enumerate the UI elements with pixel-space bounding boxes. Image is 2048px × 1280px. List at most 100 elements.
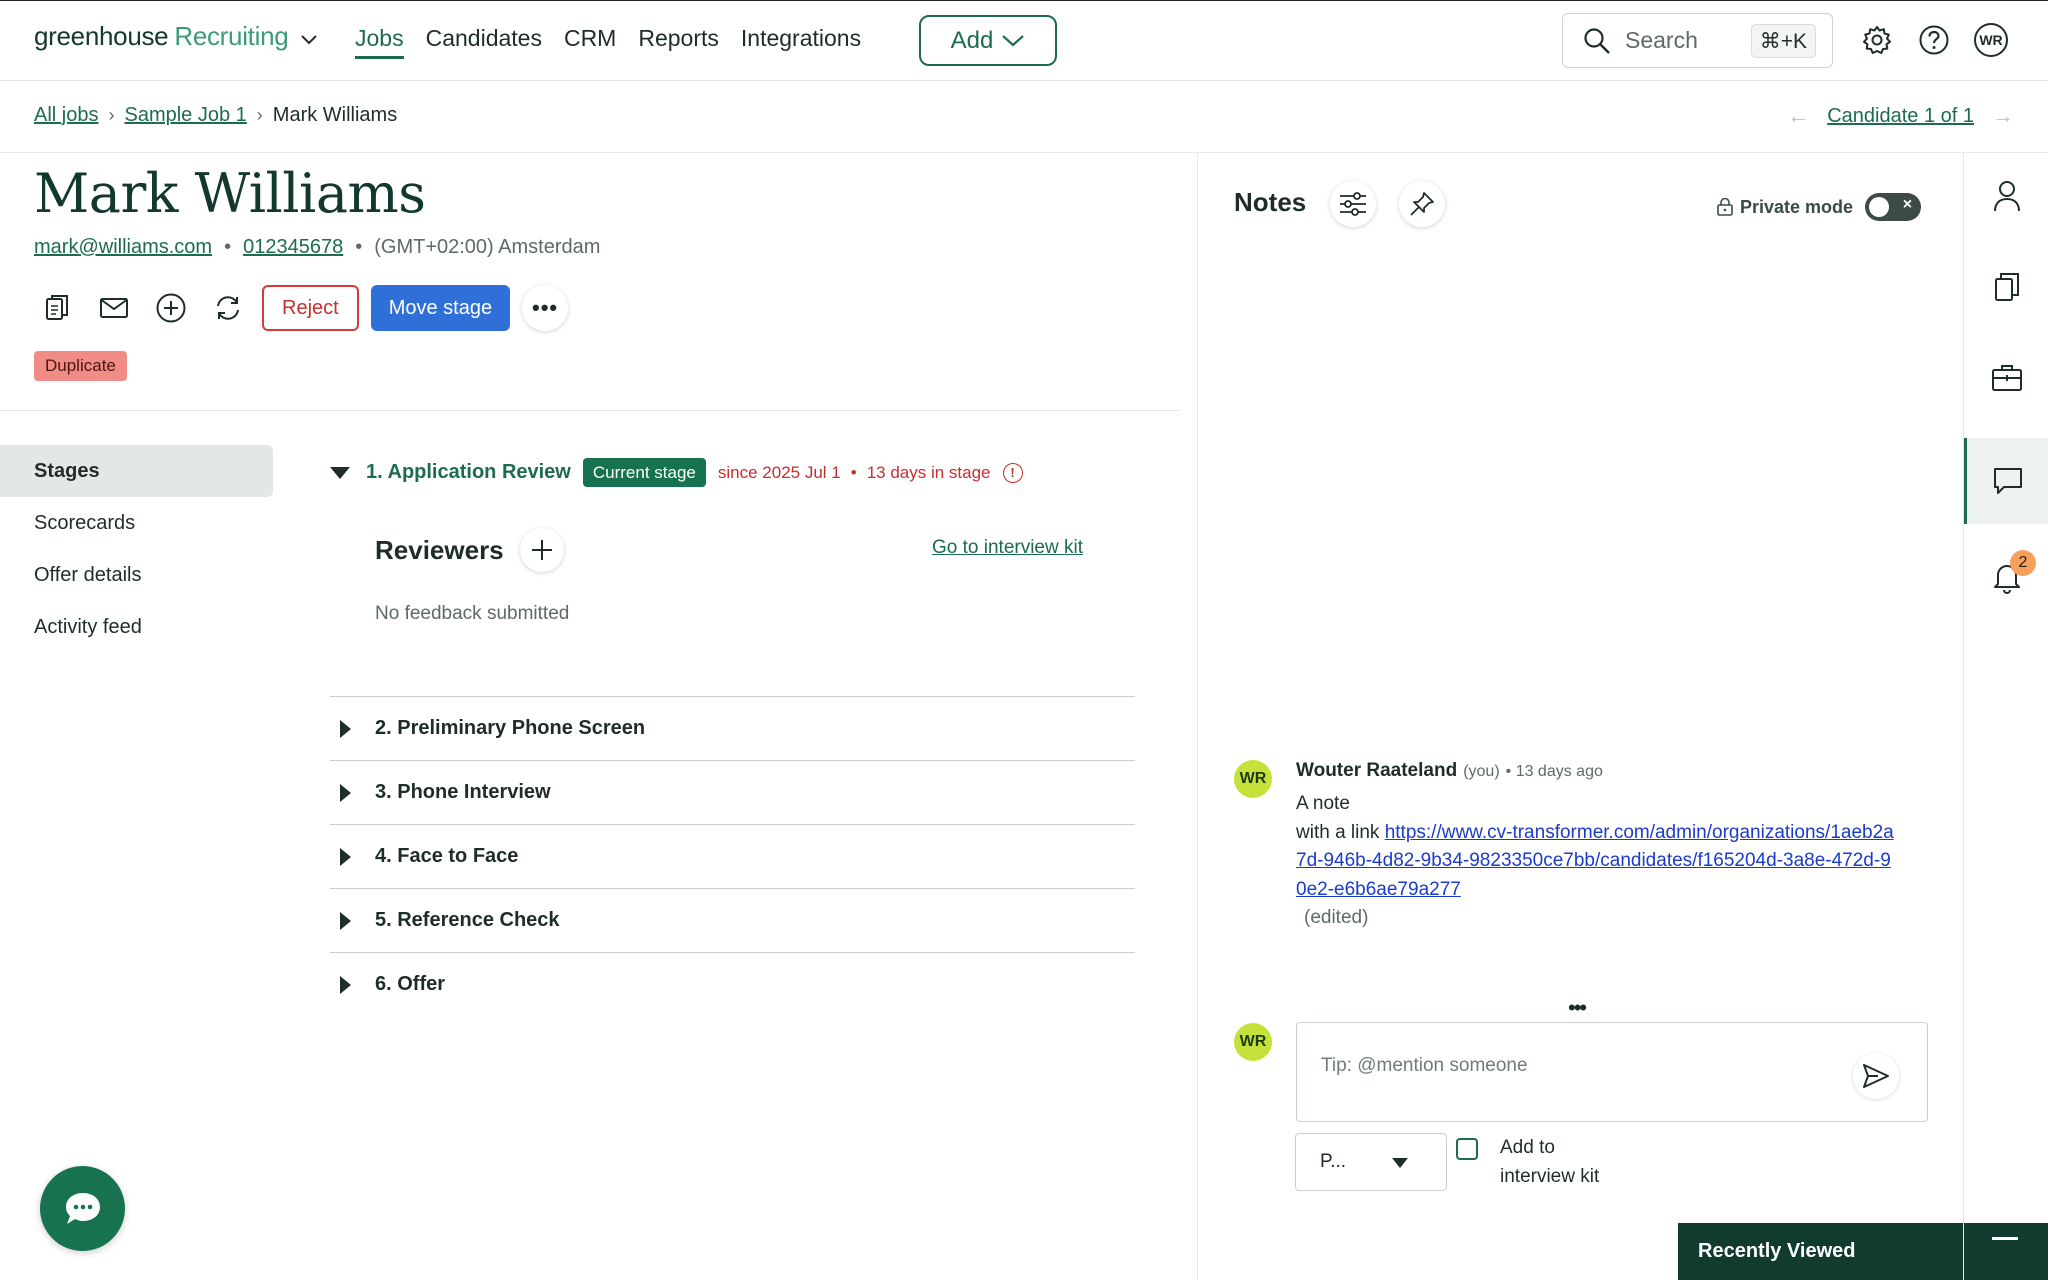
brand-switcher[interactable]: greenhouse Recruiting xyxy=(34,21,318,52)
expand-triangle-icon xyxy=(340,719,351,738)
candidate-contact: mark@williams.com • 012345678 • (GMT+02:… xyxy=(34,236,600,259)
subnav-offer-details[interactable]: Offer details xyxy=(0,549,273,601)
stage-row[interactable]: 5. Reference Check xyxy=(330,888,1135,952)
subnav-activity-feed[interactable]: Activity feed xyxy=(0,601,273,653)
note-link[interactable]: https://www.cv-transformer.com/admin/org… xyxy=(1296,822,1894,900)
search-label: Search xyxy=(1625,27,1698,53)
private-mode-toggle[interactable]: × xyxy=(1865,193,1922,221)
lock-icon xyxy=(1717,197,1733,216)
stage-days: 13 days in stage xyxy=(866,462,991,482)
nav-integrations[interactable]: Integrations xyxy=(741,23,861,59)
nav-reports[interactable]: Reports xyxy=(638,23,719,59)
add-to-kit-label: Add to interview kit xyxy=(1500,1137,1600,1187)
note-meta: Wouter Raateland (you) • 13 days ago xyxy=(1296,760,1603,782)
notes-filter-button[interactable] xyxy=(1330,181,1376,227)
more-actions-button[interactable]: ••• xyxy=(522,285,568,331)
previous-candidate-arrow-icon[interactable]: ← xyxy=(1787,103,1809,129)
add-reviewer-button[interactable] xyxy=(520,528,564,572)
chat-button[interactable] xyxy=(40,1166,125,1251)
copy-button[interactable] xyxy=(34,285,80,331)
chat-bubble-icon xyxy=(65,1192,100,1224)
comment-icon xyxy=(1994,468,2022,494)
search-icon xyxy=(1584,27,1610,54)
rail-documents-button[interactable] xyxy=(1964,244,2048,330)
note-input-placeholder: Tip: @mention someone xyxy=(1321,1055,1528,1076)
transfer-button[interactable] xyxy=(205,285,251,331)
reviewers-section: Reviewers xyxy=(375,528,564,572)
email-button[interactable] xyxy=(91,285,137,331)
search-box[interactable]: Search ⌘+K xyxy=(1562,13,1833,68)
subnav-scorecards[interactable]: Scorecards xyxy=(0,497,273,549)
warning-icon[interactable]: ! xyxy=(1002,462,1023,483)
stage-row[interactable]: 3. Phone Interview xyxy=(330,760,1135,824)
candidate-phone[interactable]: 012345678 xyxy=(243,236,343,259)
rail-notifications-button[interactable]: 2 xyxy=(1964,534,2048,620)
plus-icon xyxy=(531,540,552,560)
user-avatar[interactable]: WR xyxy=(1974,23,2008,57)
briefcase-icon xyxy=(1991,365,2022,391)
add-to-kit-checkbox[interactable] xyxy=(1456,1138,1478,1160)
reject-button[interactable]: Reject xyxy=(262,285,359,331)
note-time: • 13 days ago xyxy=(1505,763,1603,780)
settings-button[interactable] xyxy=(1860,23,1894,57)
rail-notes-button[interactable] xyxy=(1964,438,2048,524)
nav-candidates[interactable]: Candidates xyxy=(426,23,542,59)
chevron-down-icon xyxy=(301,34,318,44)
no-feedback-text: No feedback submitted xyxy=(375,603,570,624)
toggle-knob xyxy=(1869,197,1890,217)
help-button[interactable] xyxy=(1917,23,1951,57)
envelope-icon xyxy=(100,298,128,318)
current-stage-header[interactable]: 1. Application Review Current stage sinc… xyxy=(330,458,1023,487)
breadcrumb-all-jobs[interactable]: All jobs xyxy=(34,104,98,127)
pinned-notes-button[interactable] xyxy=(1399,181,1445,227)
note-edited: (edited) xyxy=(1304,907,1369,928)
note-link-line: with a link https://www.cv-transformer.c… xyxy=(1296,819,1896,905)
add-button-label: Add xyxy=(950,26,994,54)
send-note-button[interactable] xyxy=(1853,1053,1899,1099)
top-navigation: greenhouse Recruiting Jobs Candidates CR… xyxy=(0,0,2048,81)
expand-triangle-icon xyxy=(340,847,351,866)
nav-crm[interactable]: CRM xyxy=(564,23,616,59)
stage-row[interactable]: 2. Preliminary Phone Screen xyxy=(330,696,1135,760)
current-stage-badge: Current stage xyxy=(582,458,706,487)
expand-triangle-icon xyxy=(340,911,351,930)
breadcrumb-current: Mark Williams xyxy=(272,104,398,126)
separator-dot: • xyxy=(850,462,857,482)
stage-label: 3. Phone Interview xyxy=(375,781,551,803)
sliders-icon xyxy=(1340,192,1366,216)
private-mode-label: Private mode xyxy=(1740,196,1854,217)
note-link-prefix: with a link xyxy=(1296,821,1380,843)
separator-dot: • xyxy=(355,236,363,258)
copy-icon xyxy=(46,295,68,320)
reviewers-title: Reviewers xyxy=(375,534,504,565)
document-icon xyxy=(1994,273,2019,301)
stage-row[interactable]: 4. Face to Face xyxy=(330,824,1135,888)
rail-jobs-button[interactable] xyxy=(1964,334,2048,420)
add-button[interactable]: Add xyxy=(919,15,1057,66)
nav-jobs[interactable]: Jobs xyxy=(355,23,404,59)
rail-profile-button[interactable] xyxy=(1964,153,2048,239)
collapse-triangle-icon xyxy=(330,466,350,479)
brand-product: Recruiting xyxy=(174,21,289,51)
duplicate-badge[interactable]: Duplicate xyxy=(34,351,127,381)
private-mode: Private mode × xyxy=(1716,193,1922,221)
subnav-stages[interactable]: Stages xyxy=(0,445,273,497)
add-action-button[interactable] xyxy=(148,285,194,331)
next-candidate-arrow-icon[interactable]: → xyxy=(1992,103,2014,129)
stage-row[interactable]: 6. Offer xyxy=(330,952,1135,1016)
note-you: (you) xyxy=(1463,763,1500,780)
chevron-down-icon xyxy=(1002,34,1025,46)
interview-kit-link[interactable]: Go to interview kit xyxy=(932,537,1083,559)
note-input[interactable]: Tip: @mention someone xyxy=(1296,1022,1928,1122)
breadcrumb-job[interactable]: Sample Job 1 xyxy=(124,104,246,127)
visibility-select[interactable]: P... xyxy=(1295,1133,1447,1191)
candidate-email[interactable]: mark@williams.com xyxy=(34,236,212,259)
move-stage-button[interactable]: Move stage xyxy=(370,285,511,331)
note-line: A note xyxy=(1296,793,1350,814)
resize-handle-icon[interactable]: ••• xyxy=(1568,995,1587,1021)
candidate-position[interactable]: Candidate 1 of 1 xyxy=(1827,105,1974,128)
avatar: WR xyxy=(1234,760,1272,798)
stage-label: 2. Preliminary Phone Screen xyxy=(375,717,646,739)
header-divider xyxy=(0,410,1180,411)
right-rail: 2 xyxy=(1963,153,2048,1280)
